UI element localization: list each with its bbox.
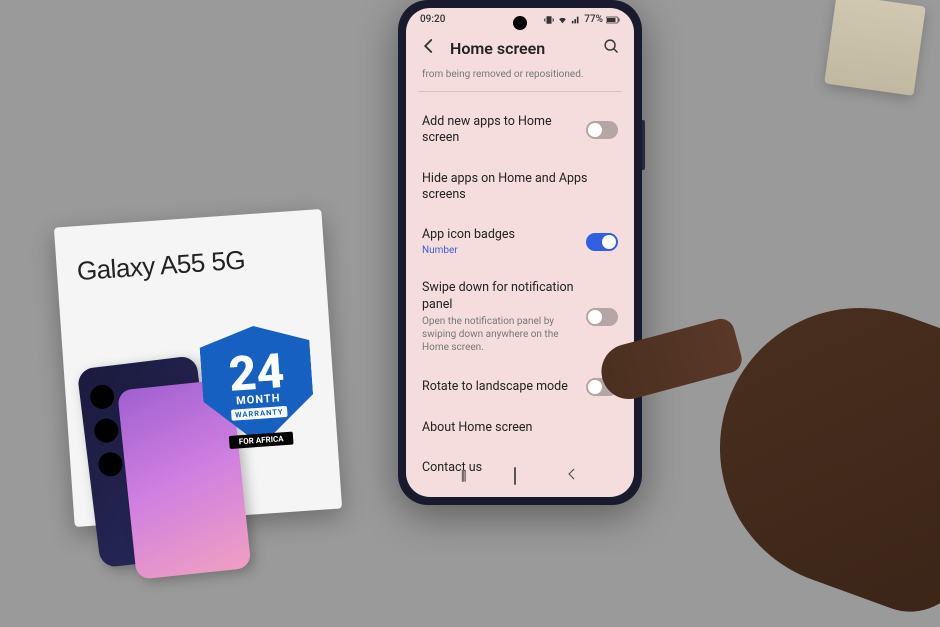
row-title: Swipe down for notification panel	[422, 280, 576, 313]
wifi-icon	[557, 15, 568, 25]
toggle-swipe[interactable]	[586, 308, 618, 326]
toggle-badges[interactable]	[586, 233, 618, 251]
status-time: 09:20	[420, 14, 445, 25]
toggle-add-apps[interactable]	[586, 121, 618, 139]
search-button[interactable]	[603, 38, 620, 59]
phone-screen: 09:20 77% Home sc	[406, 8, 634, 497]
vibrate-icon	[544, 15, 554, 25]
row-rotate[interactable]: Rotate to landscape mode	[422, 366, 618, 408]
page-title: Home screen	[450, 39, 591, 58]
product-box: Galaxy A55 5G 24 MONTH WARRANTY FOR AFRI…	[54, 209, 342, 527]
settings-list[interactable]: from being removed or repositioned. Add …	[406, 68, 634, 480]
toggle-rotate[interactable]	[586, 378, 618, 396]
row-title: Rotate to landscape mode	[422, 379, 576, 395]
row-title: Hide apps on Home and Apps screens	[422, 171, 618, 204]
nav-back-button[interactable]	[565, 467, 579, 485]
battery-icon	[606, 15, 620, 25]
background-object	[824, 0, 926, 96]
settings-header: Home screen	[406, 27, 634, 68]
badge-region: FOR AFRICA	[228, 432, 294, 449]
signal-icon	[571, 15, 581, 25]
badge-warranty: WARRANTY	[231, 406, 288, 421]
badge-month: MONTH	[236, 392, 281, 408]
nav-recents-button[interactable]: |||	[461, 468, 465, 484]
navigation-bar: |||	[406, 461, 634, 491]
badge-number: 24	[227, 351, 285, 396]
phone-device: 09:20 77% Home sc	[398, 0, 642, 505]
row-title: About Home screen	[422, 420, 618, 436]
row-title: Add new apps to Home screen	[422, 114, 576, 147]
back-button[interactable]	[420, 37, 438, 60]
battery-percent: 77%	[584, 14, 603, 25]
hand	[620, 148, 940, 548]
row-badges[interactable]: App icon badges Number	[422, 215, 618, 268]
row-title: App icon badges	[422, 227, 576, 243]
phone-side-button	[642, 120, 645, 170]
warranty-badge: 24 MONTH WARRANTY FOR AFRICA	[193, 322, 322, 465]
partial-description: from being removed or repositioned.	[422, 68, 618, 87]
camera-notch	[513, 16, 527, 30]
row-description: Open the notification panel by swiping d…	[422, 315, 576, 354]
nav-home-button[interactable]	[514, 468, 516, 484]
row-hide-apps[interactable]: Hide apps on Home and Apps screens	[422, 159, 618, 216]
row-subtitle: Number	[422, 245, 576, 256]
row-add-apps[interactable]: Add new apps to Home screen	[422, 102, 618, 159]
row-about[interactable]: About Home screen	[422, 408, 618, 448]
product-name: Galaxy A55 5G	[76, 240, 306, 287]
row-swipe[interactable]: Swipe down for notification panel Open t…	[422, 268, 618, 366]
